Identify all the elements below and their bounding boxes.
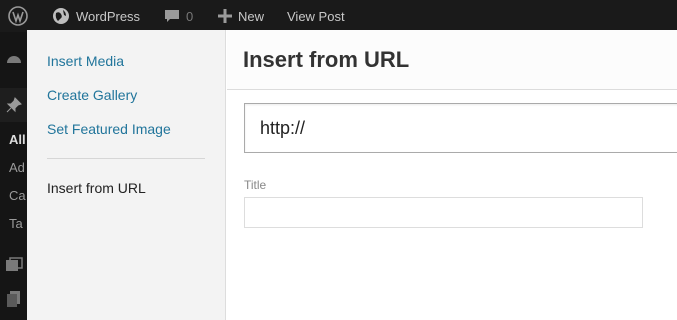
site-name-link[interactable]: WordPress — [52, 0, 140, 32]
title-input[interactable] — [244, 197, 643, 228]
admin-bar: WordPress 0 New View Post — [0, 0, 677, 32]
site-name: WordPress — [76, 8, 141, 24]
dashboard-icon — [6, 52, 22, 71]
submenu-categories[interactable]: Ca — [0, 188, 27, 206]
submenu-all-posts[interactable]: All — [0, 132, 27, 150]
url-input-value: http:// — [260, 118, 306, 138]
view-post-label: View Post — [287, 8, 345, 24]
plus-icon — [218, 9, 232, 23]
title-field-label: Title — [244, 178, 267, 192]
new-content-link[interactable]: New — [218, 0, 264, 32]
submenu-add-new[interactable]: Ad — [0, 160, 27, 178]
wordpress-logo-icon — [8, 6, 28, 26]
comment-bubble-icon — [164, 8, 180, 24]
media-menu: Insert Media Create Gallery Set Featured… — [27, 30, 226, 320]
frame-title: Insert from URL — [243, 47, 410, 72]
url-input[interactable]: http:// — [244, 103, 677, 153]
media-modal: Insert Media Create Gallery Set Featured… — [27, 30, 677, 320]
menu-item-insert-media[interactable]: Insert Media — [47, 53, 124, 69]
media-menu-item[interactable] — [0, 254, 27, 276]
globe-icon — [52, 7, 70, 25]
comments-count: 0 — [186, 8, 194, 24]
submenu-label: Ta — [9, 216, 23, 231]
admin-left-menu: All Ad Ca Ta — [0, 32, 27, 320]
submenu-tags[interactable]: Ta — [0, 216, 27, 234]
menu-separator — [47, 158, 205, 159]
comments-link[interactable]: 0 — [164, 0, 193, 32]
menu-item-set-featured-image[interactable]: Set Featured Image — [47, 121, 171, 137]
posts-menu-item[interactable] — [0, 88, 27, 122]
submenu-label: Ca — [9, 188, 26, 203]
submenu-label: Ad — [9, 160, 25, 175]
menu-item-insert-from-url[interactable]: Insert from URL — [47, 180, 146, 196]
pages-icon — [7, 291, 21, 310]
submenu-label: All — [9, 132, 26, 147]
media-icon — [5, 257, 23, 276]
view-post-link[interactable]: View Post — [287, 0, 345, 32]
frame-title-bar: Insert from URL — [227, 30, 677, 90]
pages-menu-item[interactable] — [0, 288, 27, 310]
pushpin-icon — [6, 97, 22, 116]
menu-item-create-gallery[interactable]: Create Gallery — [47, 87, 137, 103]
media-frame: Insert from URL http:// Title — [227, 30, 677, 320]
wp-logo-button[interactable] — [8, 0, 28, 32]
dashboard-menu-item[interactable] — [0, 50, 27, 72]
new-label: New — [238, 8, 265, 24]
